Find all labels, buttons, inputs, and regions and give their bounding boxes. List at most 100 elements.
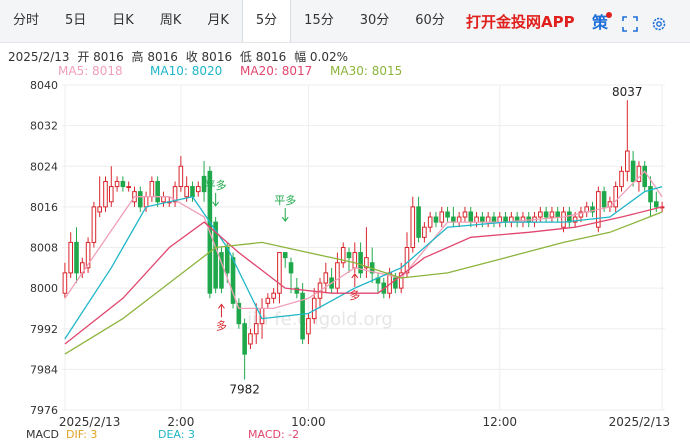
candle-body[interactable] <box>555 211 561 218</box>
candle-body[interactable] <box>654 201 659 208</box>
tab-2[interactable]: 日K <box>99 0 147 42</box>
candle-body[interactable] <box>97 206 102 213</box>
candle-body[interactable] <box>445 211 450 218</box>
candle-body[interactable] <box>248 333 253 345</box>
candle-body[interactable] <box>114 180 120 188</box>
candle-body[interactable] <box>352 252 358 269</box>
candle-body[interactable] <box>462 211 468 218</box>
tab-5[interactable]: 5分 <box>241 0 292 42</box>
candle-body[interactable] <box>520 216 526 223</box>
candle-body[interactable] <box>625 150 630 172</box>
info-open: 开 8016 <box>77 50 124 64</box>
candle-body[interactable] <box>480 216 485 223</box>
candle-body[interactable] <box>288 262 294 274</box>
candle-body[interactable] <box>346 252 352 259</box>
candle-body[interactable] <box>178 165 184 188</box>
candle-body[interactable] <box>567 211 572 223</box>
candle-body[interactable] <box>277 252 282 294</box>
candle-body[interactable] <box>149 180 155 198</box>
candle-body[interactable] <box>538 211 543 218</box>
y-tick-label: 7976 <box>30 404 58 417</box>
candle-body[interactable] <box>265 297 271 304</box>
candle-body[interactable] <box>137 191 143 208</box>
candle-body[interactable] <box>422 226 427 238</box>
tab-1[interactable]: 5日 <box>52 0 99 42</box>
candle-body[interactable] <box>439 211 445 223</box>
candle-body[interactable] <box>642 165 648 188</box>
watermark-text: jin fe.cngold.org <box>246 309 393 330</box>
y-tick-label: 8040 <box>30 79 58 92</box>
candle-body[interactable] <box>543 211 549 218</box>
candle-body[interactable] <box>161 196 166 203</box>
candle-body[interactable] <box>126 186 131 189</box>
candle-body[interactable] <box>103 180 108 208</box>
tab-7[interactable]: 30分 <box>347 0 403 42</box>
tab-6[interactable]: 15分 <box>291 0 347 42</box>
x-tick-label: 2025/2/13 <box>609 415 671 429</box>
candle-body[interactable] <box>474 216 479 223</box>
candle-body[interactable] <box>143 196 149 208</box>
candle-body[interactable] <box>497 216 503 223</box>
candle-body[interactable] <box>91 206 97 243</box>
candle-body[interactable] <box>120 180 126 188</box>
candle-body[interactable] <box>427 216 433 228</box>
candle-body[interactable] <box>630 160 636 182</box>
candle-body[interactable] <box>468 211 474 223</box>
info-close: 收 8016 <box>185 50 233 64</box>
y-tick-label: 7984 <box>30 363 58 376</box>
price-extreme-label: 7982 <box>229 383 260 397</box>
candle-body[interactable] <box>195 186 201 193</box>
price-extreme-label: 8037 <box>612 85 643 99</box>
tab-8[interactable]: 60分 <box>402 0 458 42</box>
candle-body[interactable] <box>648 186 653 203</box>
candle-body[interactable] <box>410 206 416 248</box>
y-tick-label: 8016 <box>30 201 58 214</box>
candle-body[interactable] <box>491 216 497 223</box>
tab-3[interactable]: 周K <box>147 0 195 42</box>
candle-body[interactable] <box>108 186 114 203</box>
signal-label: 多 <box>216 318 227 332</box>
candle-body[interactable] <box>451 216 456 223</box>
candle-body[interactable] <box>601 191 607 208</box>
candle-body[interactable] <box>613 186 619 208</box>
candle-body[interactable] <box>282 252 288 259</box>
x-tick-label: 2:00 <box>167 415 194 429</box>
candle-body[interactable] <box>242 323 247 355</box>
candle-body[interactable] <box>619 170 624 188</box>
expand-icon[interactable] <box>620 0 640 42</box>
candle-body[interactable] <box>306 318 311 335</box>
candle-body[interactable] <box>549 211 555 218</box>
x-tick-label: 12:00 <box>482 415 517 429</box>
tab-0[interactable]: 分时 <box>0 0 52 42</box>
y-tick-label: 8008 <box>30 242 58 255</box>
candle-body[interactable] <box>253 323 259 335</box>
candle-body[interactable] <box>433 216 439 223</box>
signal-label: 平多 <box>274 193 296 207</box>
info-low: 低 8016 <box>239 50 287 64</box>
candle-body[interactable] <box>456 216 462 223</box>
candle-body[interactable] <box>62 272 68 294</box>
candle-body[interactable] <box>68 241 73 274</box>
info-date: 2025/2/13 <box>8 50 70 64</box>
candle-body[interactable] <box>335 262 340 289</box>
period-tabs: 分时 5日 日K 周K 月K 5分 15分 30分 60分 <box>0 0 690 43</box>
y-tick-label: 8024 <box>30 160 58 173</box>
candle-body[interactable] <box>323 272 329 284</box>
candle-body[interactable] <box>190 186 195 198</box>
tab-4[interactable]: 月K <box>194 0 242 42</box>
candle-body[interactable] <box>311 297 317 320</box>
candle-body[interactable] <box>74 241 79 274</box>
candle-body[interactable] <box>271 292 276 299</box>
ohlc-info: 2025/2/13 开 8016 高 8016 收 8016 低 8016 幅 … <box>8 48 352 65</box>
candle-body[interactable] <box>155 180 160 203</box>
open-app-link[interactable]: 打开金投网APP <box>466 0 575 42</box>
candle-body[interactable] <box>561 211 566 228</box>
candle-body[interactable] <box>184 186 189 198</box>
gear-icon[interactable] <box>648 0 670 42</box>
y-tick-label: 7992 <box>30 323 58 336</box>
macd-dif: DIF: 3 <box>66 428 98 441</box>
candlestick-chart[interactable]: 7976 7984 7992 8000 8008 8016 8024 8032 8040 2025… <box>0 70 690 430</box>
candle-body[interactable] <box>416 206 421 238</box>
strategy-icon[interactable]: 策 <box>590 0 612 42</box>
candle-body[interactable] <box>485 216 491 223</box>
